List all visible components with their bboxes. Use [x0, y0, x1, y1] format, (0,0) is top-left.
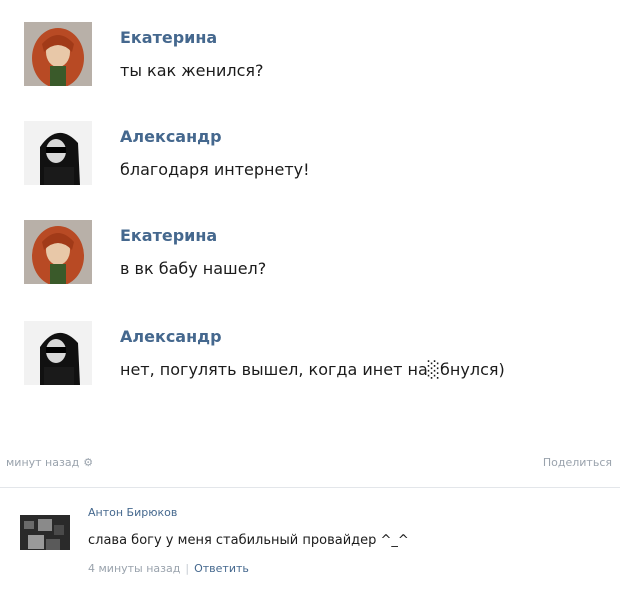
commenter-avatar-icon[interactable]: [20, 500, 70, 550]
message-2: Александр благодаря интернету!: [24, 121, 604, 191]
comment-text: слава богу у меня стабильный провайдер ^…: [88, 533, 409, 548]
red-hair-avatar-icon[interactable]: [24, 22, 92, 86]
message-body: Екатерина в вк бабу нашел?: [120, 226, 266, 279]
post-time: минут назад ⚙: [6, 456, 93, 469]
message-body: Александр благодаря интернету!: [120, 127, 310, 180]
separator: |: [185, 562, 190, 575]
message-text: благодаря интернету!: [120, 160, 310, 179]
divider: [0, 487, 620, 488]
message-body: Александр нет, погулять вышел, когда ине…: [120, 327, 505, 380]
message-author[interactable]: Александр: [120, 127, 310, 147]
red-hair-avatar-icon[interactable]: [24, 220, 92, 284]
reply-link[interactable]: Ответить: [194, 562, 249, 575]
message-text: ты как женился?: [120, 61, 264, 80]
message-author[interactable]: Александр: [120, 327, 505, 347]
comment-meta: 4 минуты назад | Ответить: [88, 562, 409, 576]
message-1: Екатерина ты как женился?: [24, 22, 604, 92]
message-author[interactable]: Екатерина: [120, 226, 266, 246]
message-author[interactable]: Екатерина: [120, 28, 264, 48]
comment: Антон Бирюков слава богу у меня стабильн…: [20, 500, 610, 595]
sunglasses-avatar-icon[interactable]: [24, 121, 92, 185]
message-4: Александр нет, погулять вышел, когда ине…: [24, 321, 604, 391]
comment-body: Антон Бирюков слава богу у меня стабильн…: [88, 506, 409, 576]
gear-icon[interactable]: ⚙: [83, 456, 93, 469]
post-time-label[interactable]: минут назад: [6, 456, 79, 469]
sunglasses-avatar-icon[interactable]: [24, 321, 92, 385]
comment-time[interactable]: 4 минуты назад: [88, 562, 180, 575]
message-text: нет, погулять вышел, когда инет на░бнулс…: [120, 360, 505, 379]
share-button[interactable]: Поделиться: [543, 456, 612, 469]
message-body: Екатерина ты как женился?: [120, 28, 264, 81]
message-text: в вк бабу нашел?: [120, 259, 267, 278]
comment-author[interactable]: Антон Бирюков: [88, 506, 409, 520]
message-3: Екатерина в вк бабу нашел?: [24, 220, 604, 290]
post-meta: минут назад ⚙ Поделиться: [6, 456, 612, 472]
